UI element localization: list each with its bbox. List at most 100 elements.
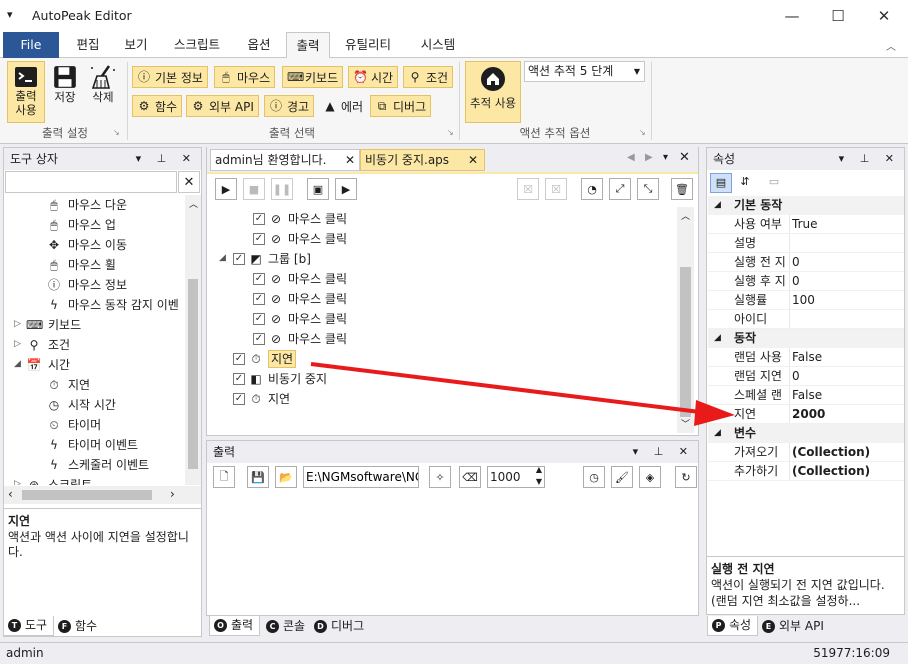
property-row[interactable]: 사용 여부 True: [708, 215, 904, 234]
editor-tab-async-stop[interactable]: 비동기 중지.aps ✕: [360, 149, 485, 171]
script-item[interactable]: ✓ ◧ 비동기 중지: [233, 369, 327, 389]
keyboard-button[interactable]: ⌨ 키보드: [282, 66, 344, 88]
refresh-button[interactable]: ◔: [581, 178, 603, 200]
tab-list-icon[interactable]: ▾: [663, 152, 668, 163]
external-api-button[interactable]: ⚙ 외부 API: [186, 95, 259, 117]
collapse-icon[interactable]: ◢: [714, 196, 721, 215]
property-row[interactable]: 스페셜 랜 False: [708, 386, 904, 405]
line-count-stepper[interactable]: 1000 ▲ ▼: [487, 465, 545, 488]
tree-item-keyboard[interactable]: ⌨ 키보드: [26, 315, 81, 335]
toolbox-search-input[interactable]: [5, 171, 177, 193]
play-box-button[interactable]: ▶: [335, 178, 357, 200]
property-row[interactable]: 랜덤 사용 False: [708, 348, 904, 367]
property-row[interactable]: 실행률 100: [708, 291, 904, 310]
toolbox-vscrollbar[interactable]: ︿: [185, 195, 201, 485]
dialog-launcher-icon[interactable]: ↘: [447, 128, 454, 137]
close-icon[interactable]: ✕: [861, 0, 907, 32]
property-row[interactable]: 아이디: [708, 310, 904, 329]
tree-item-condition[interactable]: ⚲ 조건: [26, 335, 71, 355]
condition-button[interactable]: ⚲ 조건: [403, 66, 454, 88]
panel-buttons[interactable]: ▾ ⊥ ✕: [633, 441, 694, 463]
output-use-button[interactable]: 출력 사용: [7, 61, 45, 123]
expand-icon[interactable]: ▷: [14, 319, 21, 329]
property-row[interactable]: 실행 전 지 0: [708, 253, 904, 272]
tab-debug[interactable]: D 디버그: [310, 616, 370, 636]
stop-box-button[interactable]: ☒: [517, 178, 539, 200]
tab-view[interactable]: 보기: [114, 32, 158, 58]
tree-item-mouse-wheel[interactable]: 🖱 마우스 휠: [46, 255, 116, 275]
property-value[interactable]: 0: [792, 253, 800, 272]
checkbox-checked[interactable]: ✓: [233, 353, 245, 365]
script-item[interactable]: ✓ ⊘ 마우스 클릭: [253, 329, 347, 349]
checkbox-checked[interactable]: ✓: [233, 373, 245, 385]
property-row[interactable]: 실행 후 지 0: [708, 272, 904, 291]
scroll-up-icon[interactable]: ︿: [189, 197, 198, 210]
stop-button[interactable]: ■: [243, 178, 265, 200]
brush-button[interactable]: 🖌: [611, 466, 633, 488]
close-tab-icon[interactable]: ✕: [345, 150, 355, 170]
script-vscrollbar[interactable]: ︿ ﹀: [677, 207, 694, 433]
property-row[interactable]: 가져오기 (Collection): [708, 443, 904, 462]
tab-edit[interactable]: 편집: [66, 32, 110, 58]
clean-button[interactable]: ✧: [429, 466, 451, 488]
tab-options[interactable]: 옵션: [236, 32, 282, 58]
delete-button[interactable]: 삭제: [86, 61, 120, 123]
checkbox-checked[interactable]: ✓: [253, 293, 265, 305]
expand-icon[interactable]: ▷: [14, 479, 21, 485]
basic-info-button[interactable]: ⓘ 기본 정보: [132, 66, 208, 88]
script-item[interactable]: ✓ ⊘ 마우스 클릭: [253, 209, 347, 229]
tree-item-mouse-detect[interactable]: ϟ 마우스 동작 감지 이벤: [46, 295, 179, 315]
close-icon[interactable]: ✕: [679, 150, 690, 165]
checkbox-checked[interactable]: ✓: [253, 313, 265, 325]
collapse-ribbon-icon[interactable]: ︿: [886, 38, 896, 53]
property-row[interactable]: 추가하기 (Collection): [708, 462, 904, 481]
warning-button[interactable]: ⓘ 경고: [264, 95, 315, 117]
function-button[interactable]: ⚙ 함수: [132, 95, 183, 117]
dialog-launcher-icon[interactable]: ↘: [113, 128, 120, 137]
mouse-button[interactable]: 🖱 마우스: [214, 66, 276, 88]
checkbox-checked[interactable]: ✓: [233, 253, 245, 265]
tree-item-mouse-down[interactable]: 🖱 마우스 다운: [46, 195, 127, 215]
scroll-up-icon[interactable]: ︿: [681, 209, 690, 222]
collapse-icon[interactable]: ◢: [14, 359, 21, 369]
tab-script[interactable]: 스크립트: [162, 32, 232, 58]
scroll-thumb[interactable]: [188, 279, 198, 469]
property-value[interactable]: True: [792, 215, 818, 234]
script-group[interactable]: ✓ ◩ 그룹 [b]: [233, 249, 311, 269]
panel-buttons[interactable]: ▾ ⊥ ✕: [839, 148, 900, 170]
save-output-button[interactable]: 💾: [247, 466, 269, 488]
play-frame-button[interactable]: ▣: [307, 178, 329, 200]
clear-search-icon[interactable]: ✕: [178, 171, 200, 193]
tab-external-api[interactable]: E 외부 API: [758, 616, 830, 636]
tree-item-time[interactable]: 📅 시간: [26, 355, 71, 375]
categorized-view-button[interactable]: ▤: [710, 173, 732, 193]
scroll-thumb[interactable]: [22, 490, 152, 500]
dialog-launcher-icon[interactable]: ↘: [639, 128, 646, 137]
scroll-thumb[interactable]: [680, 267, 691, 417]
delete-button[interactable]: 🗑: [671, 178, 693, 200]
fill-button[interactable]: ◈: [639, 466, 661, 488]
tab-file[interactable]: File: [3, 32, 59, 58]
tab-functions[interactable]: F 함수: [54, 616, 103, 636]
refresh-button[interactable]: ↻: [675, 466, 697, 488]
property-value[interactable]: (Collection): [792, 462, 870, 481]
scroll-right-icon[interactable]: ›: [170, 487, 175, 501]
collapse-icon[interactable]: ◢: [219, 253, 226, 263]
checkbox-checked[interactable]: ✓: [253, 273, 265, 285]
minimize-icon[interactable]: —: [769, 0, 815, 32]
alphabetical-view-button[interactable]: ⇵: [734, 173, 756, 193]
debug-button[interactable]: ⧉ 디버그: [370, 95, 432, 117]
error-button[interactable]: ▲ 에러: [318, 95, 368, 117]
tree-item-timer-event[interactable]: ϟ 타이머 이벤트: [46, 435, 138, 455]
script-item-delay-selected[interactable]: ✓ ⏱ 지연: [233, 349, 297, 369]
property-row-delay[interactable]: 지연 2000: [708, 405, 904, 424]
property-value[interactable]: 0: [792, 272, 800, 291]
script-item[interactable]: ✓ ⊘ 마우스 클릭: [253, 269, 347, 289]
category-basic[interactable]: ◢ 기본 동작: [708, 196, 904, 215]
category-action[interactable]: ◢ 동작: [708, 329, 904, 348]
expand-icon[interactable]: ▷: [14, 339, 21, 349]
expand-all-button[interactable]: ⤢: [609, 178, 631, 200]
tree-item-start-time[interactable]: ◷ 시작 시간: [46, 395, 116, 415]
scroll-down-icon[interactable]: ﹀: [681, 417, 690, 430]
maximize-icon[interactable]: ☐: [815, 0, 861, 32]
